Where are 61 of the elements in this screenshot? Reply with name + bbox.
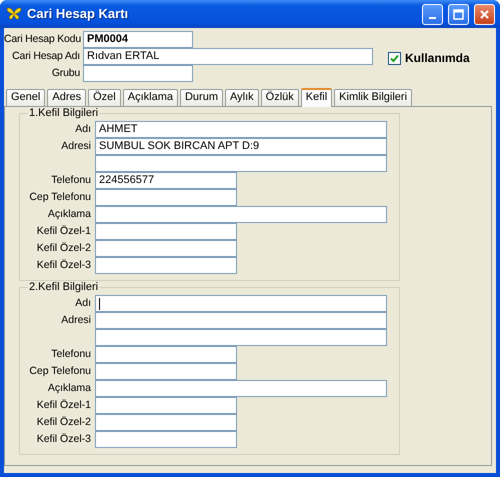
input-field[interactable] — [95, 257, 237, 274]
input-field[interactable]: Rıdvan ERTAL — [83, 48, 373, 65]
field-label: Telefonu — [50, 348, 92, 361]
input-field[interactable]: PM0004 — [83, 31, 193, 48]
minimize-icon — [429, 17, 436, 19]
input-field[interactable] — [95, 397, 237, 414]
group-title: 2.Kefil Bilgileri — [28, 281, 100, 294]
input-field[interactable] — [95, 414, 237, 431]
field-label: Adresi — [60, 140, 92, 153]
input-field[interactable] — [95, 363, 237, 380]
input-field[interactable] — [95, 329, 387, 346]
input-field[interactable] — [95, 295, 387, 312]
input-field[interactable] — [95, 223, 237, 240]
maximize-icon — [453, 8, 464, 20]
field-label: Telefonu — [50, 174, 92, 187]
input-field[interactable] — [95, 240, 237, 257]
input-field[interactable] — [95, 312, 387, 329]
tab[interactable]: Adres — [47, 89, 86, 106]
field-label: Adı — [74, 123, 92, 136]
field-label: Kefil Özel-3 — [36, 259, 92, 272]
window-title: Cari Hesap Kartı — [27, 6, 130, 22]
tab[interactable]: Açıklama — [122, 89, 178, 106]
minimize-button[interactable] — [422, 4, 443, 24]
tab[interactable]: Aylık — [225, 89, 259, 106]
tab[interactable]: Kefil — [300, 88, 332, 107]
checkbox-label: Kullanımda — [405, 51, 470, 66]
field-label: Cep Telefonu — [28, 191, 92, 204]
input-field[interactable] — [95, 155, 387, 172]
field-label: Cari Hesap Kodu — [4, 33, 82, 46]
input-field[interactable] — [95, 380, 387, 397]
tab[interactable]: Özlük — [260, 89, 299, 106]
tab[interactable]: Özel — [88, 89, 121, 106]
field-label: Cari Hesap Adı — [11, 50, 81, 63]
input-field[interactable] — [95, 189, 237, 206]
close-button[interactable] — [474, 4, 495, 24]
field-label: Açıklama — [46, 208, 92, 221]
close-icon — [479, 8, 490, 20]
tab[interactable]: Kimlik Bilgileri — [334, 89, 412, 106]
input-field[interactable]: 224556577 — [95, 172, 237, 189]
field-label: Kefil Özel-3 — [36, 433, 92, 446]
input-field[interactable]: SUMBUL SOK BIRCAN APT D:9 — [95, 138, 387, 155]
butterfly-icon — [6, 7, 22, 21]
input-field[interactable]: AHMET — [95, 121, 387, 138]
tab[interactable]: Genel — [6, 89, 46, 106]
field-label: Kefil Özel-2 — [36, 242, 92, 255]
input-field[interactable] — [83, 65, 193, 82]
field-label: Kefil Özel-1 — [36, 399, 92, 412]
field-label: Kefil Özel-1 — [36, 225, 92, 238]
input-field[interactable] — [95, 346, 237, 363]
field-label: Grubu — [50, 67, 81, 80]
field-label: Kefil Özel-2 — [36, 416, 92, 429]
tab[interactable]: Durum — [180, 89, 223, 106]
field-label: Açıklama — [46, 382, 92, 395]
checkbox[interactable] — [388, 52, 401, 65]
field-label: Cep Telefonu — [28, 365, 92, 378]
maximize-button[interactable] — [448, 4, 469, 24]
field-label: Adresi — [60, 314, 92, 327]
input-field[interactable] — [95, 206, 387, 223]
input-field[interactable] — [95, 431, 237, 448]
group-title: 1.Kefil Bilgileri — [28, 107, 100, 120]
field-label: Adı — [74, 297, 92, 310]
